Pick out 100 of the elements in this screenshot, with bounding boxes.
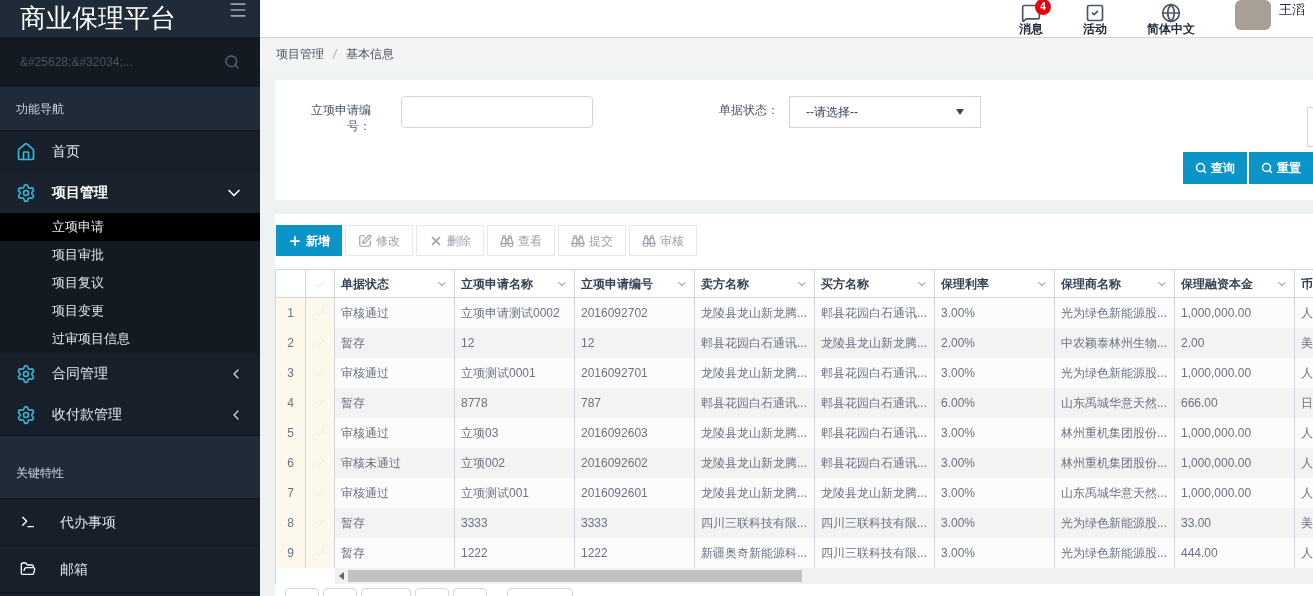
- folder-icon: [20, 561, 36, 577]
- section-heading: 功能导航: [16, 100, 64, 118]
- column-header[interactable]: 卖方名称: [695, 270, 815, 297]
- table-cell-text: 2.00%: [941, 335, 976, 352]
- table-cell-text: 人: [1301, 425, 1313, 442]
- table-row[interactable]: 6 审核未通过 立项002 2016092602 龙陵县龙山新龙腾... 郫县花园白石通讯... 3.00% 林州重机集团股份... 1,000,000.00 人: [276, 448, 1313, 478]
- submenu-item[interactable]: 项目复议: [0, 269, 260, 297]
- binoculars-icon: [642, 233, 656, 248]
- menu-icon[interactable]: [228, 0, 248, 20]
- table-cell-text: 444.00: [1181, 545, 1218, 562]
- table-cell-text: 中农颖泰林州生物...: [1061, 335, 1167, 352]
- input-field[interactable]: [1307, 107, 1313, 147]
- table-cell-text: 666.00: [1181, 395, 1218, 412]
- table-cell-text: 郫县花园白石通讯...: [821, 455, 927, 472]
- row-checkbox[interactable]: [314, 397, 326, 409]
- nav-item[interactable]: 邮箱: [0, 546, 260, 593]
- table-cell-text: 郫县花园白石通讯...: [821, 365, 927, 382]
- table-cell-text: 3.00%: [941, 455, 976, 472]
- table-cell-text: 日: [1301, 395, 1313, 412]
- avatar[interactable]: [1235, 0, 1271, 30]
- gear-icon: [16, 182, 36, 203]
- breadcrumb-item[interactable]: 项目管理: [276, 45, 324, 63]
- user-name[interactable]: 王滔: [1279, 0, 1305, 20]
- row-checkbox[interactable]: [314, 547, 326, 559]
- table-cell-text: 3.00%: [941, 515, 976, 532]
- submenu-item[interactable]: 项目变更: [0, 297, 260, 325]
- field-label: 单据状态：: [718, 102, 779, 118]
- table-cell-text: 1,000,000.00: [1181, 485, 1252, 502]
- globe-icon: [1161, 2, 1181, 23]
- table-row[interactable]: 4 暂存 8778 787 郫县花园白石通讯... 郫县花园白石通讯... 6.00% 山东禹城华意天然... 666.00 日: [276, 388, 1313, 418]
- scroll-left-icon[interactable]: [339, 572, 344, 580]
- table-cell-text: 1,000,000.00: [1181, 305, 1252, 322]
- table-cell-text: 人: [1301, 365, 1313, 382]
- search-icon[interactable]: [224, 54, 240, 70]
- search-field[interactable]: &#25628;&#32034;...: [20, 53, 200, 71]
- table-cell-text: 2016092702: [581, 305, 648, 322]
- column-header[interactable]: 立项申请编号: [575, 270, 695, 297]
- row-number: 1: [276, 298, 306, 328]
- table-cell-text: 龙陵县龙山新龙腾...: [701, 485, 807, 502]
- row-number: 9: [276, 538, 306, 568]
- table-cell-text: 光为绿色新能源股...: [1061, 365, 1167, 382]
- table-cell-text: 立项测试0001: [461, 365, 536, 382]
- row-checkbox[interactable]: [314, 367, 326, 379]
- table-cell-text: 郫县花园白石通讯...: [821, 425, 927, 442]
- row-checkbox[interactable]: [314, 337, 326, 349]
- notification-badge: 4: [1035, 0, 1051, 15]
- row-number: 6: [276, 448, 306, 478]
- gear-icon: [16, 363, 36, 384]
- table-cell-text: 暂存: [341, 515, 365, 532]
- scrollbar-thumb[interactable]: [348, 570, 802, 582]
- table-cell-text: 1222: [581, 545, 608, 562]
- table-cell-text: 林州重机集团股份...: [1061, 425, 1167, 442]
- row-checkbox[interactable]: [314, 457, 326, 469]
- separator-icon: [332, 48, 338, 60]
- header-action[interactable]: 简体中文: [1147, 2, 1195, 35]
- table-row[interactable]: 3 审核通过 立项测试0001 2016092701 龙陵县龙山新龙腾... 郫县花园白石通讯... 3.00% 光为绿色新能源股... 1,000,000.00 人: [276, 358, 1313, 388]
- table-cell-text: 审核通过: [341, 425, 389, 442]
- table-row[interactable]: 1 审核通过 立项申请测试0002 2016092702 龙陵县龙山新龙腾... 郫县花园白石通讯... 3.00% 光为绿色新能源股... 1,000,000.00 人: [276, 298, 1313, 328]
- table-cell-text: 龙陵县龙山新龙腾...: [701, 305, 807, 322]
- row-checkbox[interactable]: [314, 487, 326, 499]
- submenu-item[interactable]: 过审项目信息: [0, 325, 260, 353]
- table-row[interactable]: 9 暂存 1222 1222 新疆奥奇新能源科... 四川三联科技有限... 3.00% 光为绿色新能源股... 444.00 人: [276, 538, 1313, 568]
- column-header[interactable]: 保理融资本金: [1175, 270, 1295, 297]
- table-row[interactable]: 2 暂存 12 12 郫县花园白石通讯... 龙陵县龙山新龙腾... 2.00% 中农颖泰林州生物... 2.00 美: [276, 328, 1313, 358]
- column-header[interactable]: 币: [1295, 270, 1313, 297]
- table-row[interactable]: 8 暂存 3333 3333 四川三联科技有限... 四川三联科技有限... 3.00% 光为绿色新能源股... 33.00 美: [276, 508, 1313, 538]
- table-cell-text: 山东禹城华意天然...: [1061, 395, 1167, 412]
- input-field[interactable]: [401, 96, 593, 128]
- table-row[interactable]: 7 审核通过 立项测试001 2016092601 龙陵县龙山新龙腾... 龙陵县龙山新龙腾... 3.00% 山东禹城华意天然... 1,000,000.00 人: [276, 478, 1313, 508]
- plus-icon: [288, 233, 302, 248]
- column-header[interactable]: 保理利率: [935, 270, 1055, 297]
- column-header[interactable]: 立项申请名称: [455, 270, 575, 297]
- table-cell-text: 龙陵县龙山新龙腾...: [821, 335, 927, 352]
- table-cell-text: 龙陵县龙山新龙腾...: [701, 425, 807, 442]
- submenu-item[interactable]: 项目审批: [0, 241, 260, 269]
- row-number: 7: [276, 478, 306, 508]
- breadcrumb-item: 基本信息: [346, 46, 394, 63]
- table-cell-text: 郫县花园白石通讯...: [701, 335, 807, 352]
- table-cell-text: 龙陵县龙山新龙腾...: [701, 365, 807, 382]
- edit-icon: [358, 233, 372, 248]
- nav-item[interactable]: 代办事项: [0, 499, 260, 546]
- row-checkbox[interactable]: [314, 427, 326, 439]
- table-cell-text: 3333: [581, 515, 608, 532]
- header-action[interactable]: 活动: [1083, 2, 1107, 35]
- row-checkbox[interactable]: [314, 307, 326, 319]
- table-cell-text: 立项03: [461, 425, 499, 442]
- section-heading: 关键特性: [16, 465, 64, 482]
- table-cell-text: 立项申请测试0002: [461, 305, 560, 322]
- table-row[interactable]: 5 审核通过 立项03 2016092603 龙陵县龙山新龙腾... 郫县花园白石通讯... 3.00% 林州重机集团股份... 1,000,000.00 人: [276, 418, 1313, 448]
- table-cell-text: 1222: [461, 545, 488, 562]
- binoculars-icon: [571, 233, 585, 248]
- submenu-item[interactable]: 立项申请: [0, 213, 260, 241]
- table-cell-text: 1,000,000.00: [1181, 425, 1252, 442]
- column-header[interactable]: 保理商名称: [1055, 270, 1175, 297]
- dropdown[interactable]: --请选择--: [789, 96, 981, 128]
- table-cell-text: 人: [1301, 305, 1313, 322]
- row-checkbox[interactable]: [314, 517, 326, 529]
- column-header[interactable]: 买方名称: [815, 270, 935, 297]
- table-cell-text: 郫县花园白石通讯...: [821, 395, 927, 412]
- column-header[interactable]: 单据状态: [335, 270, 455, 297]
